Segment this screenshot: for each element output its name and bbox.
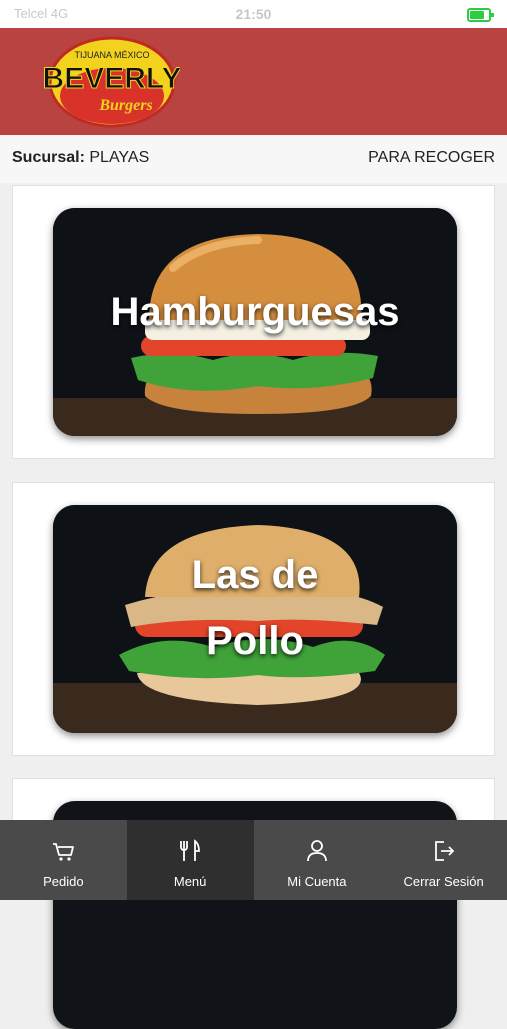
logout-icon (434, 841, 454, 861)
category-card-hamburguesas[interactable]: Hamburguesas (12, 185, 495, 459)
bottom-tab-bar: Pedido Menú Mi Cuenta Cerrar Sesión (0, 820, 507, 900)
cart-icon (53, 843, 75, 861)
tab-label: Pedido (43, 874, 84, 889)
logo-main-text: BEVERLY (44, 62, 180, 95)
tab-label: Menú (173, 874, 207, 889)
utensils-icon (180, 839, 201, 861)
hamburguesas-image[interactable]: Hamburguesas (53, 208, 457, 436)
logo-sub-text: Burgers (98, 97, 152, 114)
category-label-line1: Las de (191, 553, 319, 597)
tab-cerrar-sesion[interactable]: Cerrar Sesión (380, 820, 507, 900)
branch-info[interactable]: Sucursal: PLAYAS (12, 149, 149, 167)
category-label: Hamburguesas (110, 290, 400, 334)
user-icon (306, 840, 327, 862)
status-time: 21:50 (235, 6, 272, 22)
tab-label: Mi Cuenta (287, 874, 347, 889)
tab-label: Cerrar Sesión (403, 874, 484, 889)
beverly-burgers-logo: TIJUANA MÉXICO BEVERLY Burgers (44, 36, 180, 128)
tab-menu[interactable]: Menú (126, 820, 254, 900)
order-mode[interactable]: PARA RECOGER (368, 149, 495, 167)
branch-bar: Sucursal: PLAYAS PARA RECOGER (0, 135, 507, 183)
branch-value: PLAYAS (89, 149, 150, 166)
tab-pedido[interactable]: Pedido (0, 820, 127, 900)
branch-label: Sucursal: (12, 149, 85, 166)
logo-top-text: TIJUANA MÉXICO (74, 50, 149, 60)
category-label-line2: Pollo (206, 619, 304, 663)
status-bar: Telcel 4G 21:50 (0, 0, 507, 28)
battery-icon (467, 8, 494, 22)
app-header: TIJUANA MÉXICO BEVERLY Burgers (0, 28, 507, 135)
tab-mi-cuenta[interactable]: Mi Cuenta (254, 820, 381, 900)
pollo-image[interactable]: Las de Pollo (53, 505, 457, 733)
category-card-pollo[interactable]: Las de Pollo (12, 482, 495, 756)
